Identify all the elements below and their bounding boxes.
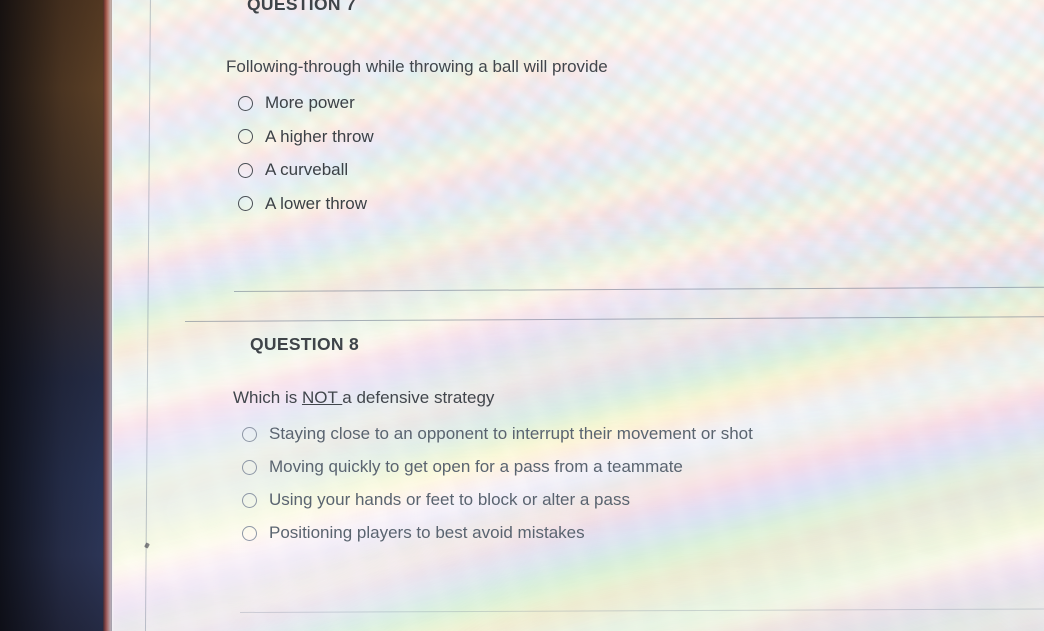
radio-button-icon[interactable] xyxy=(242,492,257,508)
screenshot-root: QUESTION 7 Following-through while throw… xyxy=(0,0,1044,631)
question-divider-lower xyxy=(184,316,1044,323)
question-8-prompt: Which is NOT a defensive strategy xyxy=(233,388,1044,408)
option-row[interactable]: More power xyxy=(238,93,1044,113)
option-label: A lower throw xyxy=(265,193,368,213)
quiz-content: QUESTION 7 Following-through while throw… xyxy=(0,0,1044,631)
option-row[interactable]: A higher throw xyxy=(238,127,1044,147)
option-label: Positioning players to best avoid mistak… xyxy=(269,523,585,542)
option-label: A higher throw xyxy=(265,126,374,146)
question-7-prompt-text: Following-through while throwing a ball … xyxy=(226,57,608,76)
radio-button-icon[interactable] xyxy=(238,95,253,111)
option-row[interactable]: Positioning players to best avoid mistak… xyxy=(242,523,1044,543)
option-label: More power xyxy=(265,93,355,112)
radio-button-icon[interactable] xyxy=(238,129,253,144)
option-label: A curveball xyxy=(265,160,349,179)
question-7-heading: QUESTION 7 xyxy=(247,0,356,14)
option-label: Moving quickly to get open for a pass fr… xyxy=(269,457,683,476)
radio-button-icon[interactable] xyxy=(238,162,253,178)
option-label: Staying close to an opponent to interrup… xyxy=(269,424,753,443)
question-7-options: More power A higher throw A curveball A … xyxy=(238,93,1044,214)
radio-button-icon[interactable] xyxy=(242,525,257,541)
radio-button-icon[interactable] xyxy=(242,459,257,475)
option-row[interactable]: Moving quickly to get open for a pass fr… xyxy=(242,457,1044,477)
question-8-heading: QUESTION 8 xyxy=(250,334,359,354)
question-8-prompt-text: Which is xyxy=(233,388,302,407)
question-block-7: QUESTION 7 Following-through while throw… xyxy=(226,0,1044,227)
question-divider-bottom xyxy=(239,608,1044,613)
option-row[interactable]: A curveball xyxy=(238,160,1044,180)
option-label: Using your hands or feet to block or alt… xyxy=(269,490,630,509)
option-row[interactable]: Staying close to an opponent to interrup… xyxy=(242,424,1044,444)
question-8-options: Staying close to an opponent to interrup… xyxy=(242,424,1044,543)
question-block-8: QUESTION 8 Which is NOT a defensive stra… xyxy=(233,334,1044,556)
screen-speck-artifact xyxy=(144,542,150,549)
option-row[interactable]: A lower throw xyxy=(238,194,1044,214)
question-8-prompt-emphasis: NOT xyxy=(301,388,343,407)
option-row[interactable]: Using your hands or feet to block or alt… xyxy=(242,490,1044,510)
question-8-prompt-tail: a defensive strategy xyxy=(342,388,495,407)
radio-button-icon[interactable] xyxy=(242,426,257,442)
question-7-prompt: Following-through while throwing a ball … xyxy=(226,57,1044,77)
radio-button-icon[interactable] xyxy=(238,196,253,211)
quiz-panel-left-rule xyxy=(144,0,152,631)
question-divider-upper xyxy=(233,286,1044,293)
